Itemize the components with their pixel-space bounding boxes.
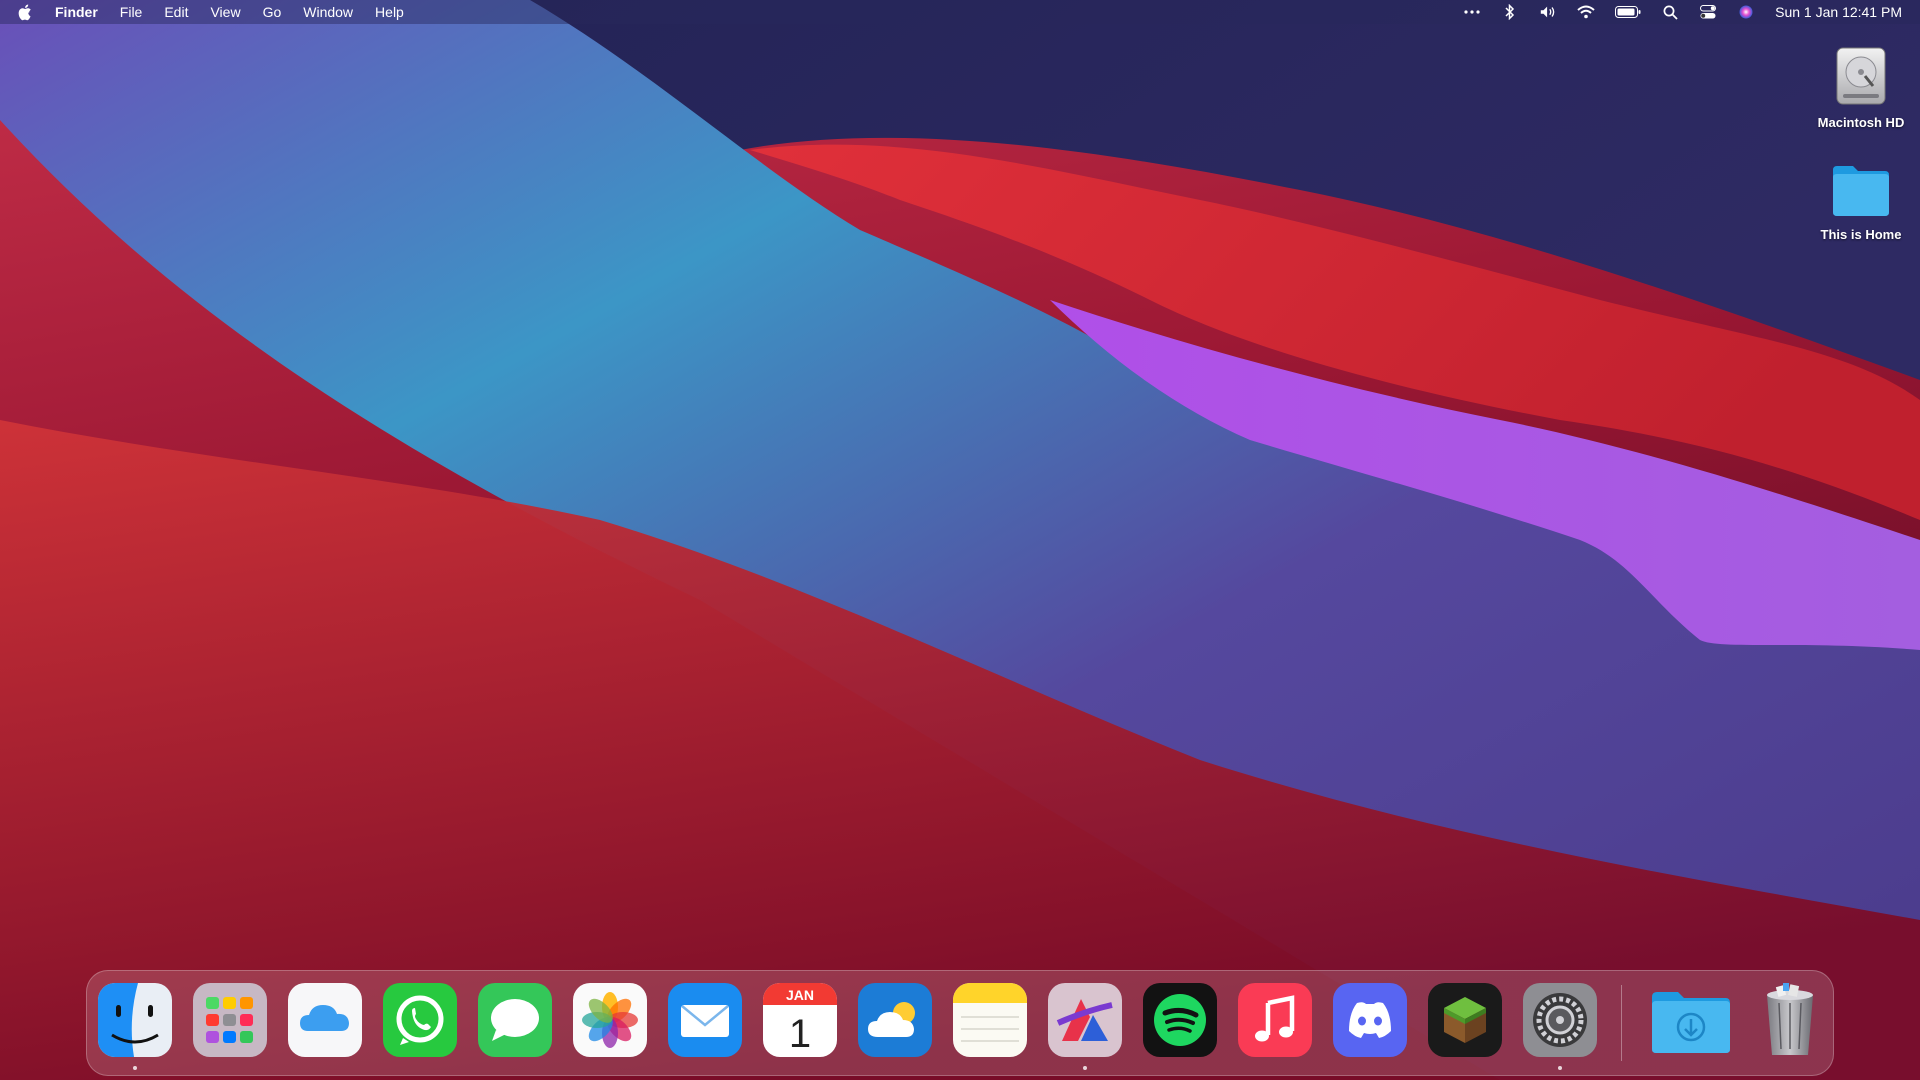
- battery-icon[interactable]: [1615, 4, 1641, 20]
- dock-app-finder[interactable]: [98, 983, 172, 1057]
- dock-app-mail[interactable]: [668, 983, 742, 1057]
- whatsapp-icon: [383, 983, 457, 1057]
- minecraft-icon: [1428, 983, 1502, 1057]
- dock-app-affinity[interactable]: [1048, 983, 1122, 1057]
- bluetooth-icon[interactable]: [1501, 4, 1519, 20]
- desktop-icon-macintosh-hd[interactable]: Macintosh HD: [1806, 44, 1916, 130]
- running-indicator: [1083, 1066, 1087, 1070]
- apple-logo-icon[interactable]: [18, 3, 34, 21]
- calendar-month: JAN: [786, 987, 814, 1003]
- menu-help[interactable]: Help: [364, 0, 415, 24]
- menu-bar: Finder File Edit View Go Window Help Sun…: [0, 0, 1920, 24]
- calendar-icon: JAN 1: [763, 983, 837, 1057]
- music-icon: [1238, 983, 1312, 1057]
- hard-drive-icon: [1806, 44, 1916, 111]
- spotify-icon: [1143, 983, 1217, 1057]
- dock-app-launchpad[interactable]: [193, 983, 267, 1057]
- menu-app-name[interactable]: Finder: [44, 0, 109, 24]
- dock-app-system-preferences[interactable]: [1523, 983, 1597, 1057]
- menu-go[interactable]: Go: [252, 0, 293, 24]
- messages-icon: [478, 983, 552, 1057]
- dock-app-icloud[interactable]: [288, 983, 362, 1057]
- dock-app-calendar[interactable]: JAN 1: [763, 983, 837, 1057]
- desktop-icon-label: This is Home: [1820, 227, 1902, 242]
- dock-app-discord[interactable]: [1333, 983, 1407, 1057]
- desktop-icon-label: Macintosh HD: [1817, 115, 1905, 130]
- calendar-day: 1: [789, 1012, 811, 1056]
- icloud-icon: [288, 983, 362, 1057]
- desktop-wallpaper: [0, 0, 1920, 1080]
- dock: JAN 1: [86, 970, 1834, 1076]
- settings-gear-icon: [1523, 983, 1597, 1057]
- dock-app-spotify[interactable]: [1143, 983, 1217, 1057]
- dock-downloads-folder[interactable]: [1648, 983, 1734, 1057]
- mail-icon: [668, 983, 742, 1057]
- launchpad-icon: [193, 983, 267, 1057]
- menu-window[interactable]: Window: [292, 0, 364, 24]
- dock-separator: [1621, 985, 1622, 1061]
- siri-icon[interactable]: [1737, 4, 1755, 20]
- menu-file[interactable]: File: [109, 0, 154, 24]
- desktop-icon-this-is-home[interactable]: This is Home: [1806, 160, 1916, 242]
- dock-app-whatsapp[interactable]: [383, 983, 457, 1057]
- discord-icon: [1333, 983, 1407, 1057]
- folder-icon: [1806, 160, 1916, 223]
- finder-icon: [98, 983, 172, 1057]
- running-indicator: [1558, 1066, 1562, 1070]
- dock-app-messages[interactable]: [478, 983, 552, 1057]
- photos-icon: [573, 983, 647, 1057]
- dock-app-music[interactable]: [1238, 983, 1312, 1057]
- menu-edit[interactable]: Edit: [153, 0, 199, 24]
- menubar-clock[interactable]: Sun 1 Jan 12:41 PM: [1775, 4, 1902, 20]
- volume-icon[interactable]: [1539, 4, 1557, 20]
- menu-view[interactable]: View: [199, 0, 251, 24]
- notes-icon: [953, 983, 1027, 1057]
- weather-icon: [858, 983, 932, 1057]
- dock-trash[interactable]: [1753, 983, 1827, 1057]
- running-indicator: [133, 1066, 137, 1070]
- wifi-icon[interactable]: [1577, 4, 1595, 20]
- trash-icon: [1767, 983, 1813, 1055]
- downloads-folder-icon: [1652, 992, 1730, 1053]
- dock-app-minecraft[interactable]: [1428, 983, 1502, 1057]
- dock-app-notes[interactable]: [953, 983, 1027, 1057]
- dock-app-weather[interactable]: [858, 983, 932, 1057]
- more-icon[interactable]: [1463, 4, 1481, 20]
- control-center-icon[interactable]: [1699, 4, 1717, 20]
- affinity-icon: [1048, 983, 1122, 1057]
- search-icon[interactable]: [1661, 4, 1679, 20]
- dock-app-photos[interactable]: [573, 983, 647, 1057]
